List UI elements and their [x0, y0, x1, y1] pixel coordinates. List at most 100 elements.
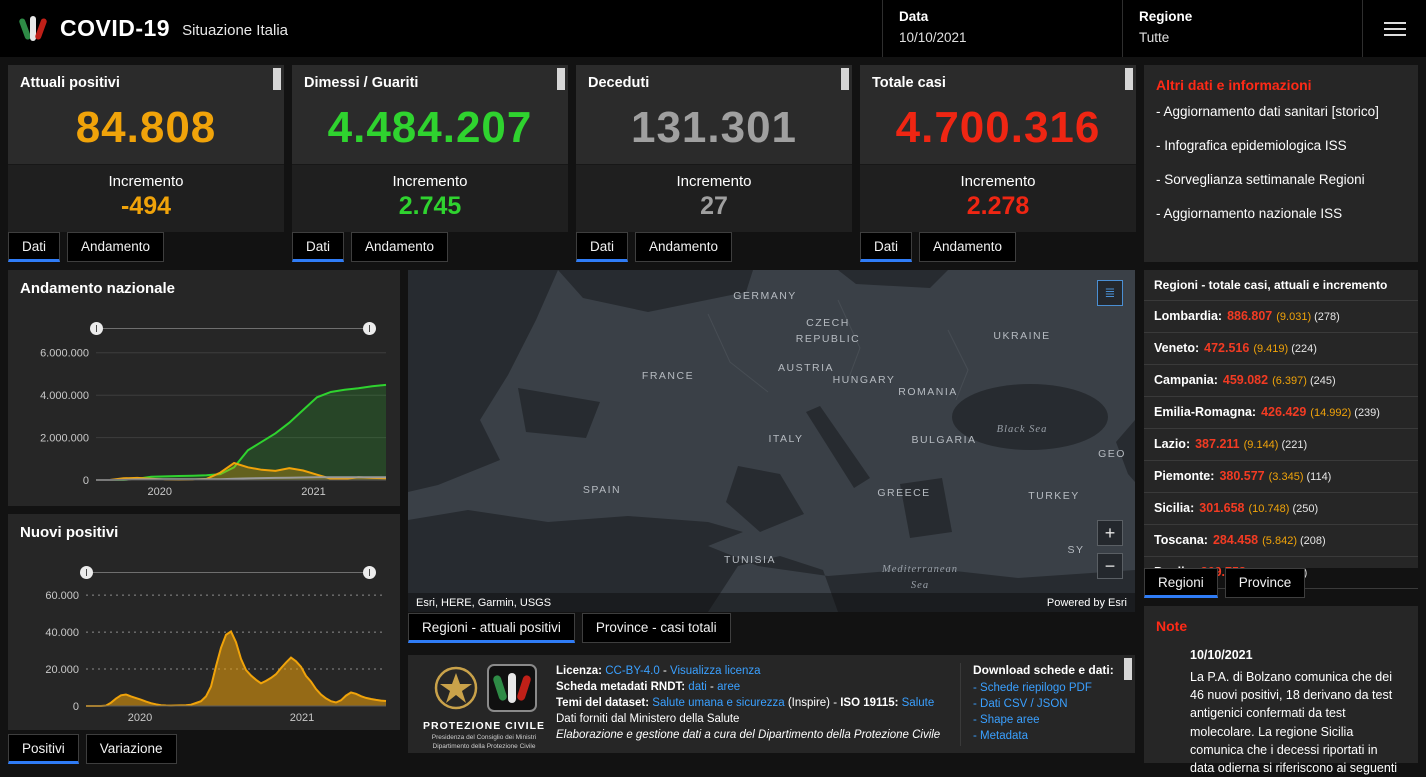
- nuovi-positivi-chart[interactable]: 020.00040.00060.00020202021: [14, 578, 392, 724]
- increment-value: -494: [8, 192, 284, 221]
- andamento-nazionale-panel: Andamento nazionale 02.000.0004.000.0006…: [8, 270, 400, 506]
- menu-button[interactable]: [1362, 0, 1426, 57]
- map-canvas[interactable]: GERMANYCZECH REPUBLICUKRAINEAUSTRIAHUNGA…: [408, 270, 1135, 612]
- increment-label: Incremento: [292, 173, 568, 190]
- date-selector[interactable]: Data 10/10/2021: [882, 0, 1122, 57]
- license-link-visualizza[interactable]: Visualizza licenza: [670, 665, 761, 677]
- card-increment-section: Incremento 27: [576, 164, 852, 232]
- map-label: TURKEY: [1028, 490, 1080, 502]
- scrollbar-thumb[interactable]: [273, 68, 281, 90]
- scrollbar-thumb[interactable]: [557, 68, 565, 90]
- svg-text:4.000.000: 4.000.000: [40, 390, 89, 402]
- scrollbar-thumb[interactable]: [1124, 658, 1132, 680]
- altri-dati-link[interactable]: - Aggiornamento nazionale ISS: [1156, 205, 1406, 224]
- license-text: Licenza: CC-BY-4.0 - Visualizza licenza …: [556, 663, 956, 743]
- footer-logos: PROTEZIONE CIVILE Presidenza del Consigl…: [418, 663, 550, 750]
- map-label: GREECE: [877, 487, 930, 499]
- region-active-delta: (6.397): [1272, 375, 1307, 387]
- download-link[interactable]: - Metadata: [973, 730, 1128, 742]
- region-row[interactable]: Emilia-Romagna:426.429(14.992)(239): [1144, 397, 1418, 429]
- increment-value: 2.278: [860, 192, 1136, 221]
- tab-andamento[interactable]: Andamento: [919, 232, 1016, 262]
- tab-variazione[interactable]: Variazione: [86, 734, 177, 764]
- increment-value: 27: [576, 192, 852, 221]
- dati-forniti-line: Dati forniti dal Ministero della Salute: [556, 711, 956, 727]
- protezione-civile-shield-icon: [486, 663, 538, 713]
- card-title: Attuali positivi: [8, 65, 284, 91]
- altri-dati-link[interactable]: - Aggiornamento dati sanitari [storico]: [1156, 103, 1406, 122]
- region-total: 459.082: [1223, 373, 1268, 387]
- tab-regioni-attuali-positivi[interactable]: Regioni - attuali positivi: [408, 613, 575, 643]
- temi-mid: (Inspire) -: [788, 697, 837, 709]
- tab-dati[interactable]: Dati: [292, 232, 344, 262]
- region-row[interactable]: Veneto:472.516(9.419)(224): [1144, 333, 1418, 365]
- region-row[interactable]: Sicilia:301.658(10.748)(250): [1144, 493, 1418, 525]
- tab-andamento[interactable]: Andamento: [67, 232, 164, 262]
- region-row[interactable]: Toscana:284.458(5.842)(208): [1144, 525, 1418, 557]
- footer-logo-title: PROTEZIONE CIVILE: [418, 720, 550, 732]
- card-increment-section: Incremento 2.745: [292, 164, 568, 232]
- region-row[interactable]: Campania:459.082(6.397)(245): [1144, 365, 1418, 397]
- zoom-in-button[interactable]: +: [1097, 520, 1123, 546]
- region-active-delta: (9.031): [1276, 311, 1311, 323]
- license-link-ccby[interactable]: CC-BY-4.0: [605, 665, 660, 677]
- tab-dati[interactable]: Dati: [860, 232, 912, 262]
- region-row[interactable]: Piemonte:380.577(3.345)(114): [1144, 461, 1418, 493]
- card-increment-section: Incremento 2.278: [860, 164, 1136, 232]
- tab-dati[interactable]: Dati: [576, 232, 628, 262]
- tab-province-casi-totali[interactable]: Province - casi totali: [582, 613, 731, 643]
- tab-province[interactable]: Province: [1225, 568, 1306, 598]
- date-label: Data: [899, 9, 1106, 24]
- region-name: Sicilia:: [1154, 501, 1194, 515]
- map-label: SPAIN: [583, 484, 621, 496]
- map-label: GERMANY: [733, 290, 797, 302]
- metadata-link-aree[interactable]: aree: [717, 681, 740, 693]
- region-row[interactable]: Lombardia:886.807(9.031)(278): [1144, 301, 1418, 333]
- temi-label: Temi del dataset:: [556, 697, 649, 709]
- altri-dati-links: - Aggiornamento dati sanitari [storico] -…: [1144, 103, 1418, 224]
- region-name: Lombardia:: [1154, 309, 1222, 323]
- zoom-out-button[interactable]: −: [1097, 553, 1123, 579]
- map-legend-button[interactable]: ≣: [1097, 280, 1123, 306]
- svg-text:6.000.000: 6.000.000: [40, 348, 89, 360]
- card-totale-casi: Totale casi 4.700.316 Incremento 2.278: [860, 65, 1136, 232]
- andamento-chart[interactable]: 02.000.0004.000.0006.000.00020202021: [14, 334, 392, 498]
- card-deceduti: Deceduti 131.301 Incremento 27: [576, 65, 852, 232]
- tab-regioni[interactable]: Regioni: [1144, 568, 1218, 598]
- slider-track: [96, 328, 370, 329]
- region-total: 426.429: [1261, 405, 1306, 419]
- altri-dati-link[interactable]: - Sorveglianza settimanale Regioni: [1156, 171, 1406, 190]
- card-tabs: Dati Andamento: [860, 232, 1016, 262]
- slider-track: [86, 572, 370, 573]
- altri-dati-link[interactable]: - Infografica epidemiologica ISS: [1156, 137, 1406, 156]
- increment-label: Incremento: [576, 173, 852, 190]
- download-link[interactable]: - Dati CSV / JSON: [973, 698, 1128, 710]
- download-links: - Schede riepilogo PDF - Dati CSV / JSON -…: [973, 682, 1128, 742]
- iso-link-salute[interactable]: Salute: [902, 697, 935, 709]
- license-label: Licenza:: [556, 665, 602, 677]
- metadata-link-dati[interactable]: dati: [688, 681, 707, 693]
- region-row[interactable]: Lazio:387.211(9.144)(221): [1144, 429, 1418, 461]
- nuovi-positivi-tabs: Positivi Variazione: [8, 734, 177, 764]
- regions-header: Regioni - totale casi, attuali e increme…: [1144, 270, 1418, 301]
- svg-text:0: 0: [73, 701, 79, 713]
- tab-andamento[interactable]: Andamento: [635, 232, 732, 262]
- download-link[interactable]: - Shape aree: [973, 714, 1128, 726]
- tab-andamento[interactable]: Andamento: [351, 232, 448, 262]
- scrollbar-thumb[interactable]: [841, 68, 849, 90]
- map-label: CZECH REPUBLIC: [796, 316, 861, 348]
- svg-text:20.000: 20.000: [45, 664, 79, 676]
- card-title: Totale casi: [860, 65, 1136, 91]
- region-active-delta: (14.992): [1310, 407, 1351, 419]
- svg-text:2020: 2020: [128, 712, 152, 724]
- footer-logo-sub1: Presidenza del Consiglio dei Ministri: [418, 734, 550, 741]
- altri-dati-panel: Altri dati e informazioni - Aggiornament…: [1144, 65, 1418, 262]
- card-tabs: Dati Andamento: [576, 232, 732, 262]
- region-total: 886.807: [1227, 309, 1272, 323]
- temi-link-salute[interactable]: Salute umana e sicurezza: [652, 697, 784, 709]
- download-link[interactable]: - Schede riepilogo PDF: [973, 682, 1128, 694]
- region-selector[interactable]: Regione Tutte: [1122, 0, 1362, 57]
- tab-positivi[interactable]: Positivi: [8, 734, 79, 764]
- tab-dati[interactable]: Dati: [8, 232, 60, 262]
- scrollbar-thumb[interactable]: [1125, 68, 1133, 90]
